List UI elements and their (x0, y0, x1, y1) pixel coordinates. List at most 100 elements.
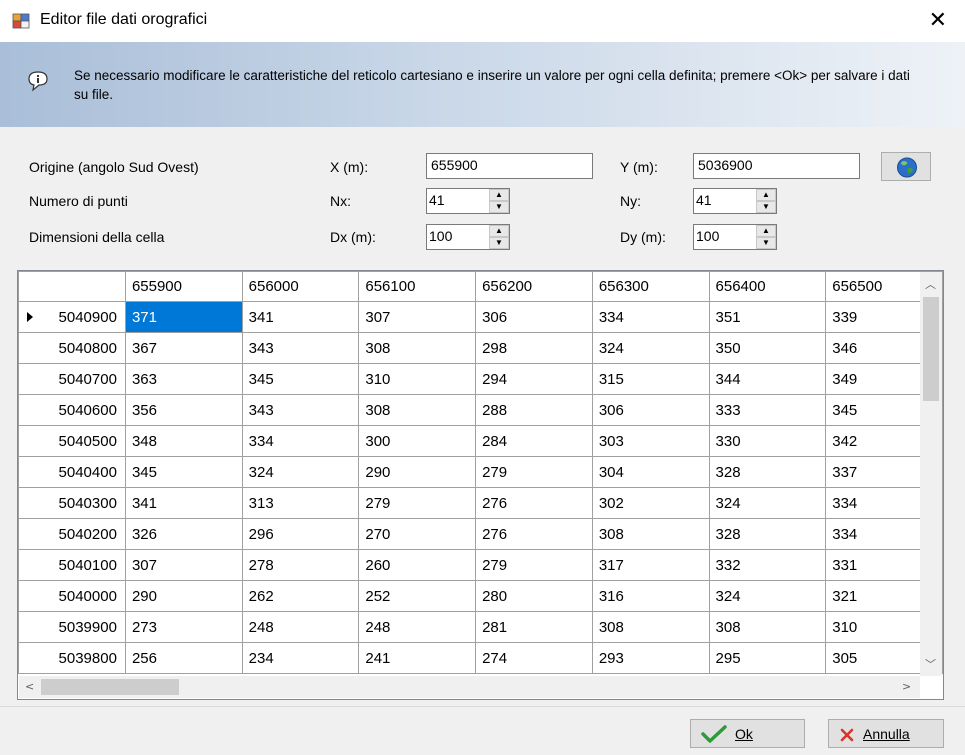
grid-cell[interactable]: 328 (708, 456, 827, 488)
grid-cell[interactable]: 279 (475, 549, 593, 581)
grid-cell[interactable]: 308 (591, 611, 710, 643)
grid-cell[interactable]: 313 (241, 487, 360, 519)
row-header[interactable]: 5040200 (18, 518, 126, 550)
grid-cell[interactable]: 281 (475, 611, 593, 643)
table-row[interactable]: 5040700 363 345 310 294 315 344 349 (18, 363, 943, 395)
ny-up-icon[interactable]: ▲ (756, 189, 776, 201)
row-header[interactable]: 5040800 (18, 332, 126, 364)
grid-cell[interactable]: 295 (708, 642, 827, 674)
x-input[interactable]: 655900 (426, 153, 593, 179)
grid-cell[interactable]: 343 (241, 332, 360, 364)
table-row[interactable]: 5040900 371 341 307 306 334 351 339 (18, 301, 943, 333)
grid-cell[interactable]: 345 (241, 363, 360, 395)
grid-cell[interactable]: 300 (358, 425, 477, 457)
scroll-down-icon[interactable]: ﹀ (925, 656, 936, 672)
row-header[interactable]: 5040900 (18, 301, 126, 333)
grid-cell[interactable]: 252 (358, 580, 477, 612)
grid-cell[interactable]: 294 (475, 363, 593, 395)
grid-cell[interactable]: 348 (124, 425, 243, 457)
grid-cell[interactable]: 290 (358, 456, 477, 488)
column-header[interactable]: 656200 (475, 271, 593, 302)
table-row[interactable]: 5040500 348 334 300 284 303 330 342 (18, 425, 943, 457)
grid-cell[interactable]: 356 (124, 394, 243, 426)
grid-cell[interactable]: 324 (708, 487, 827, 519)
table-row[interactable]: 5040200 326 296 270 276 308 328 334 (18, 518, 943, 550)
grid-cell[interactable]: 333 (708, 394, 827, 426)
vertical-scrollbar[interactable]: ︿ ﹀ (920, 272, 942, 676)
grid-cell[interactable]: 334 (241, 425, 360, 457)
grid-cell[interactable]: 350 (708, 332, 827, 364)
grid-cell[interactable]: 345 (124, 456, 243, 488)
grid-cell[interactable]: 328 (708, 518, 827, 550)
grid-cell[interactable]: 293 (591, 642, 710, 674)
grid-cell[interactable]: 307 (358, 301, 477, 333)
grid-cell[interactable]: 307 (124, 549, 243, 581)
grid-cell[interactable]: 304 (591, 456, 710, 488)
grid-cell[interactable]: 302 (591, 487, 710, 519)
row-header[interactable]: 5040700 (18, 363, 126, 395)
nx-spinner[interactable]: 41 ▲ ▼ (426, 188, 510, 214)
grid-cell[interactable]: 308 (358, 394, 477, 426)
grid-cell[interactable]: 341 (241, 301, 360, 333)
row-header[interactable]: 5040000 (18, 580, 126, 612)
grid-cell[interactable]: 315 (591, 363, 710, 395)
nx-up-icon[interactable]: ▲ (489, 189, 509, 201)
grid-cell[interactable]: 270 (358, 518, 477, 550)
horizontal-scrollbar[interactable]: < > (19, 676, 920, 698)
dy-up-icon[interactable]: ▲ (756, 225, 776, 237)
grid-cell[interactable]: 324 (241, 456, 360, 488)
dy-spinner[interactable]: 100 ▲ ▼ (693, 224, 777, 250)
grid-cell[interactable]: 279 (475, 456, 593, 488)
grid-cell[interactable]: 351 (708, 301, 827, 333)
grid-cell[interactable]: 367 (124, 332, 243, 364)
grid-cell[interactable]: 296 (241, 518, 360, 550)
column-header[interactable]: 656100 (358, 271, 477, 302)
grid-cell[interactable]: 326 (124, 518, 243, 550)
dx-down-icon[interactable]: ▼ (489, 237, 509, 249)
column-header[interactable]: 655900 (124, 271, 243, 302)
table-row[interactable]: 5040600 356 343 308 288 306 333 345 (18, 394, 943, 426)
grid-cell[interactable]: 324 (708, 580, 827, 612)
table-row[interactable]: 5040800 367 343 308 298 324 350 346 (18, 332, 943, 364)
vertical-scroll-thumb[interactable] (923, 297, 939, 401)
grid-cell[interactable]: 343 (241, 394, 360, 426)
row-header[interactable]: 5039900 (18, 611, 126, 643)
grid-cell[interactable]: 334 (591, 301, 710, 333)
y-input[interactable]: 5036900 (693, 153, 860, 179)
data-grid[interactable]: 655900 656000 656100 656200 656300 65640… (17, 270, 944, 700)
horizontal-scroll-thumb[interactable] (41, 679, 179, 695)
grid-cell[interactable]: 363 (124, 363, 243, 395)
grid-cell[interactable]: 262 (241, 580, 360, 612)
grid-cell[interactable]: 344 (708, 363, 827, 395)
scroll-left-icon[interactable]: < (25, 680, 34, 693)
row-header[interactable]: 5039800 (18, 642, 126, 674)
dx-up-icon[interactable]: ▲ (489, 225, 509, 237)
grid-cell[interactable]: 290 (124, 580, 243, 612)
grid-cell[interactable]: 316 (591, 580, 710, 612)
grid-cell[interactable]: 306 (591, 394, 710, 426)
grid-cell[interactable]: 310 (358, 363, 477, 395)
close-icon[interactable]: ✕ (929, 10, 947, 32)
column-header[interactable]: 656300 (591, 271, 710, 302)
grid-cell[interactable]: 308 (708, 611, 827, 643)
grid-cell[interactable]: 256 (124, 642, 243, 674)
table-row[interactable]: 5039900 273 248 248 281 308 308 310 (18, 611, 943, 643)
dy-down-icon[interactable]: ▼ (756, 237, 776, 249)
grid-cell[interactable]: 303 (591, 425, 710, 457)
scroll-up-icon[interactable]: ︿ (925, 276, 936, 292)
grid-cell[interactable]: 260 (358, 549, 477, 581)
table-row[interactable]: 5040300 341 313 279 276 302 324 334 (18, 487, 943, 519)
map-button[interactable] (881, 152, 931, 181)
grid-cell[interactable]: 341 (124, 487, 243, 519)
nx-down-icon[interactable]: ▼ (489, 201, 509, 213)
grid-cell[interactable]: 274 (475, 642, 593, 674)
grid-cell[interactable]: 308 (358, 332, 477, 364)
grid-cell[interactable]: 273 (124, 611, 243, 643)
column-header[interactable]: 656000 (241, 271, 360, 302)
grid-cell[interactable]: 330 (708, 425, 827, 457)
grid-cell[interactable]: 332 (708, 549, 827, 581)
grid-cell[interactable]: 308 (591, 518, 710, 550)
row-header[interactable]: 5040300 (18, 487, 126, 519)
grid-cell[interactable]: 371 (124, 301, 243, 333)
ok-button[interactable]: Ok (690, 719, 805, 748)
